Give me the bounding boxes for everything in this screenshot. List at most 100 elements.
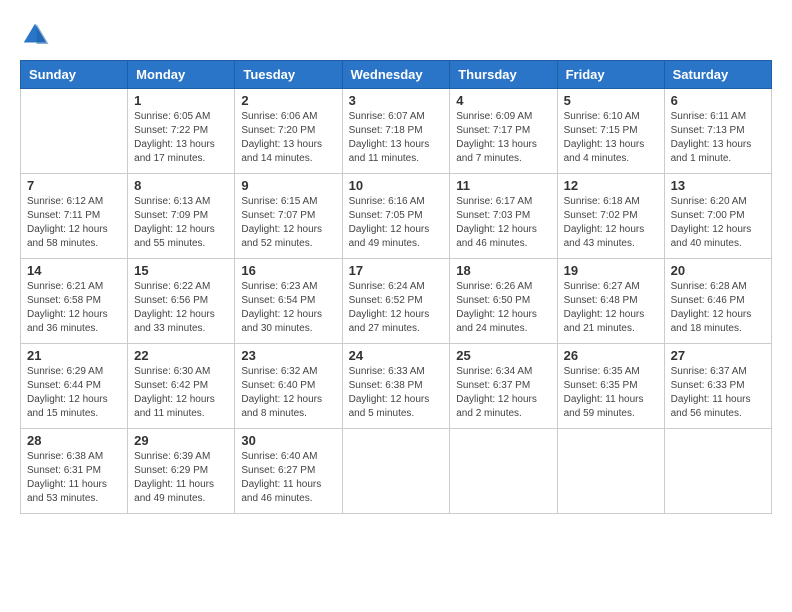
cell-content: Sunrise: 6:38 AM Sunset: 6:31 PM Dayligh…: [27, 450, 121, 506]
calendar-cell: 26Sunrise: 6:35 AM Sunset: 6:35 PM Dayli…: [557, 344, 664, 429]
day-number: 17: [349, 263, 444, 278]
cell-content: Sunrise: 6:13 AM Sunset: 7:09 PM Dayligh…: [134, 195, 228, 251]
logo-icon: [20, 20, 50, 50]
day-number: 25: [456, 348, 550, 363]
calendar-cell: 13Sunrise: 6:20 AM Sunset: 7:00 PM Dayli…: [664, 174, 771, 259]
day-number: 23: [241, 348, 335, 363]
day-number: 28: [27, 433, 121, 448]
logo: [20, 20, 54, 50]
day-number: 7: [27, 178, 121, 193]
day-number: 2: [241, 93, 335, 108]
calendar-cell: 17 Sunrise: 6:24 AM Sunset: 6:52 PM Dayli…: [342, 259, 450, 344]
calendar-cell: 4 Sunrise: 6:09 AM Sunset: 7:17 PM Daylig…: [450, 89, 557, 174]
day-number: 22: [134, 348, 228, 363]
day-number: 27: [671, 348, 765, 363]
cell-content: Sunrise: 6:39 AM Sunset: 6:29 PM Dayligh…: [134, 450, 228, 506]
calendar-cell: 30 Sunrise: 6:40 AM Sunset: 6:27 PM Dayli…: [235, 429, 342, 514]
calendar-cell: 23 Sunrise: 6:32 AM Sunset: 6:40 PM Dayli…: [235, 344, 342, 429]
column-header-wednesday: Wednesday: [342, 61, 450, 89]
cell-content: Sunrise: 6:22 AM Sunset: 6:56 PM Dayligh…: [134, 280, 228, 336]
calendar-header-row: SundayMondayTuesdayWednesdayThursdayFrid…: [21, 61, 772, 89]
column-header-tuesday: Tuesday: [235, 61, 342, 89]
calendar-week-row: 28 Sunrise: 6:38 AM Sunset: 6:31 PM Dayli…: [21, 429, 772, 514]
day-number: 24: [349, 348, 444, 363]
calendar-cell: [21, 89, 128, 174]
day-number: 18: [456, 263, 550, 278]
calendar-cell: 8 Sunrise: 6:13 AM Sunset: 7:09 PM Daylig…: [128, 174, 235, 259]
column-header-saturday: Saturday: [664, 61, 771, 89]
cell-content: Sunrise: 6:11 AM Sunset: 7:13 PM Dayligh…: [671, 110, 765, 166]
cell-content: Sunrise: 6:32 AM Sunset: 6:40 PM Dayligh…: [241, 365, 335, 421]
calendar-cell: 5 Sunrise: 6:10 AM Sunset: 7:15 PM Daylig…: [557, 89, 664, 174]
calendar-cell: 7 Sunrise: 6:12 AM Sunset: 7:11 PM Daylig…: [21, 174, 128, 259]
calendar-cell: 14Sunrise: 6:21 AM Sunset: 6:58 PM Dayli…: [21, 259, 128, 344]
calendar-week-row: 7 Sunrise: 6:12 AM Sunset: 7:11 PM Daylig…: [21, 174, 772, 259]
page-header: [20, 20, 772, 50]
cell-content: Sunrise: 6:05 AM Sunset: 7:22 PM Dayligh…: [134, 110, 228, 166]
calendar-cell: 11Sunrise: 6:17 AM Sunset: 7:03 PM Dayli…: [450, 174, 557, 259]
calendar-week-row: 21Sunrise: 6:29 AM Sunset: 6:44 PM Dayli…: [21, 344, 772, 429]
day-number: 29: [134, 433, 228, 448]
calendar-cell: [342, 429, 450, 514]
cell-content: Sunrise: 6:27 AM Sunset: 6:48 PM Dayligh…: [564, 280, 658, 336]
calendar-cell: [557, 429, 664, 514]
calendar-cell: 19Sunrise: 6:27 AM Sunset: 6:48 PM Dayli…: [557, 259, 664, 344]
day-number: 1: [134, 93, 228, 108]
cell-content: Sunrise: 6:10 AM Sunset: 7:15 PM Dayligh…: [564, 110, 658, 166]
calendar-cell: 27 Sunrise: 6:37 AM Sunset: 6:33 PM Dayli…: [664, 344, 771, 429]
column-header-monday: Monday: [128, 61, 235, 89]
calendar-cell: 21Sunrise: 6:29 AM Sunset: 6:44 PM Dayli…: [21, 344, 128, 429]
day-number: 16: [241, 263, 335, 278]
day-number: 9: [241, 178, 335, 193]
day-number: 15: [134, 263, 228, 278]
cell-content: Sunrise: 6:12 AM Sunset: 7:11 PM Dayligh…: [27, 195, 121, 251]
column-header-friday: Friday: [557, 61, 664, 89]
cell-content: Sunrise: 6:15 AM Sunset: 7:07 PM Dayligh…: [241, 195, 335, 251]
cell-content: Sunrise: 6:18 AM Sunset: 7:02 PM Dayligh…: [564, 195, 658, 251]
day-number: 8: [134, 178, 228, 193]
day-number: 20: [671, 263, 765, 278]
calendar-cell: 3 Sunrise: 6:07 AM Sunset: 7:18 PM Daylig…: [342, 89, 450, 174]
cell-content: Sunrise: 6:07 AM Sunset: 7:18 PM Dayligh…: [349, 110, 444, 166]
cell-content: Sunrise: 6:33 AM Sunset: 6:38 PM Dayligh…: [349, 365, 444, 421]
cell-content: Sunrise: 6:24 AM Sunset: 6:52 PM Dayligh…: [349, 280, 444, 336]
calendar-cell: 1 Sunrise: 6:05 AM Sunset: 7:22 PM Daylig…: [128, 89, 235, 174]
column-header-sunday: Sunday: [21, 61, 128, 89]
day-number: 5: [564, 93, 658, 108]
calendar-cell: 6Sunrise: 6:11 AM Sunset: 7:13 PM Daylig…: [664, 89, 771, 174]
column-header-thursday: Thursday: [450, 61, 557, 89]
day-number: 11: [456, 178, 550, 193]
cell-content: Sunrise: 6:21 AM Sunset: 6:58 PM Dayligh…: [27, 280, 121, 336]
cell-content: Sunrise: 6:26 AM Sunset: 6:50 PM Dayligh…: [456, 280, 550, 336]
cell-content: Sunrise: 6:06 AM Sunset: 7:20 PM Dayligh…: [241, 110, 335, 166]
day-number: 10: [349, 178, 444, 193]
calendar-cell: [664, 429, 771, 514]
cell-content: Sunrise: 6:40 AM Sunset: 6:27 PM Dayligh…: [241, 450, 335, 506]
calendar-cell: 20 Sunrise: 6:28 AM Sunset: 6:46 PM Dayli…: [664, 259, 771, 344]
calendar-cell: 28 Sunrise: 6:38 AM Sunset: 6:31 PM Dayli…: [21, 429, 128, 514]
calendar-week-row: 14Sunrise: 6:21 AM Sunset: 6:58 PM Dayli…: [21, 259, 772, 344]
cell-content: Sunrise: 6:37 AM Sunset: 6:33 PM Dayligh…: [671, 365, 765, 421]
calendar-table: SundayMondayTuesdayWednesdayThursdayFrid…: [20, 60, 772, 514]
cell-content: Sunrise: 6:29 AM Sunset: 6:44 PM Dayligh…: [27, 365, 121, 421]
day-number: 4: [456, 93, 550, 108]
calendar-cell: 10 Sunrise: 6:16 AM Sunset: 7:05 PM Dayli…: [342, 174, 450, 259]
calendar-cell: 12 Sunrise: 6:18 AM Sunset: 7:02 PM Dayli…: [557, 174, 664, 259]
calendar-cell: 16 Sunrise: 6:23 AM Sunset: 6:54 PM Dayli…: [235, 259, 342, 344]
cell-content: Sunrise: 6:23 AM Sunset: 6:54 PM Dayligh…: [241, 280, 335, 336]
calendar-cell: 25Sunrise: 6:34 AM Sunset: 6:37 PM Dayli…: [450, 344, 557, 429]
calendar-cell: 18 Sunrise: 6:26 AM Sunset: 6:50 PM Dayli…: [450, 259, 557, 344]
day-number: 12: [564, 178, 658, 193]
cell-content: Sunrise: 6:09 AM Sunset: 7:17 PM Dayligh…: [456, 110, 550, 166]
calendar-cell: 2 Sunrise: 6:06 AM Sunset: 7:20 PM Daylig…: [235, 89, 342, 174]
calendar-cell: 29 Sunrise: 6:39 AM Sunset: 6:29 PM Dayli…: [128, 429, 235, 514]
day-number: 30: [241, 433, 335, 448]
calendar-cell: 9 Sunrise: 6:15 AM Sunset: 7:07 PM Daylig…: [235, 174, 342, 259]
calendar-week-row: 1 Sunrise: 6:05 AM Sunset: 7:22 PM Daylig…: [21, 89, 772, 174]
cell-content: Sunrise: 6:28 AM Sunset: 6:46 PM Dayligh…: [671, 280, 765, 336]
cell-content: Sunrise: 6:30 AM Sunset: 6:42 PM Dayligh…: [134, 365, 228, 421]
cell-content: Sunrise: 6:16 AM Sunset: 7:05 PM Dayligh…: [349, 195, 444, 251]
day-number: 3: [349, 93, 444, 108]
cell-content: Sunrise: 6:20 AM Sunset: 7:00 PM Dayligh…: [671, 195, 765, 251]
calendar-cell: 22 Sunrise: 6:30 AM Sunset: 6:42 PM Dayli…: [128, 344, 235, 429]
